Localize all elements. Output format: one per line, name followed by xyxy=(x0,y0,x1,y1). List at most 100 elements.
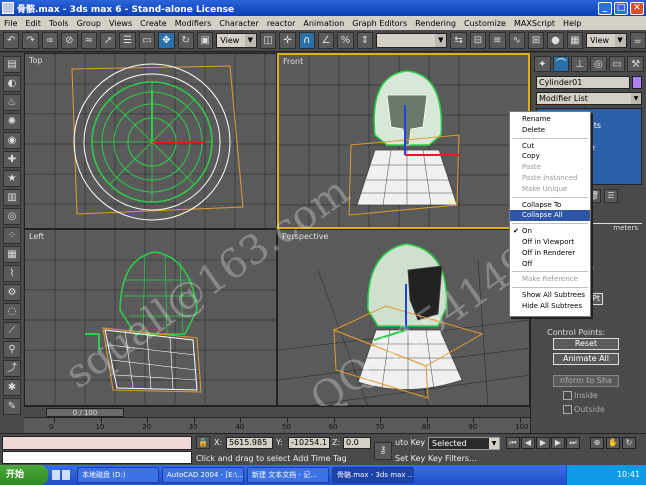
spacewarp-icon[interactable]: ★ xyxy=(3,170,21,187)
spinner-snap-icon[interactable]: ⇕ xyxy=(356,32,374,49)
time-slider-thumb[interactable]: 0 / 100 xyxy=(46,408,124,417)
minimize-button[interactable]: _ xyxy=(598,1,612,15)
select-by-name-icon[interactable]: ☰ xyxy=(119,32,136,49)
taskbar-button-3dsmax[interactable]: 骨骼.max - 3ds max ... xyxy=(332,467,414,483)
quick-render-icon[interactable]: ☕ xyxy=(629,32,646,49)
menu-graph-editors[interactable]: Graph Editors xyxy=(348,19,411,28)
context-menu-item[interactable]: Cut xyxy=(510,141,590,152)
object-icon[interactable]: ▤ xyxy=(3,56,21,73)
reset-button[interactable]: Reset xyxy=(553,338,619,350)
context-menu-item[interactable]: Off in Viewport xyxy=(510,237,590,248)
viewport-left[interactable]: Left xyxy=(24,229,277,406)
angle-snap-icon[interactable]: ∠ xyxy=(317,32,335,49)
auto-key-button[interactable]: uto Key xyxy=(395,438,425,447)
set-key-button[interactable]: Set Key xyxy=(395,454,425,463)
unlink-icon[interactable]: ⊘ xyxy=(61,32,78,49)
schematic-icon[interactable]: ⊞ xyxy=(527,32,545,49)
z-coordinate-field[interactable]: 0.0 xyxy=(343,437,371,449)
viewport-top[interactable]: Top xyxy=(24,53,277,229)
region-select-icon[interactable]: ▭ xyxy=(138,32,156,49)
menu-rendering[interactable]: Rendering xyxy=(411,19,460,28)
menu-group[interactable]: Group xyxy=(73,19,105,28)
taskbar-button-notepad[interactable]: 新建 文本文档 - 记... xyxy=(247,467,329,483)
object-name-field[interactable]: Cylinder01 xyxy=(536,76,630,89)
bone-icon[interactable]: ⟋ xyxy=(3,322,21,339)
quick-launch-icon[interactable] xyxy=(52,470,60,480)
next-frame-icon[interactable]: ▶ xyxy=(551,437,565,449)
surface-icon[interactable]: ◌ xyxy=(3,303,21,320)
start-button[interactable]: 开始 xyxy=(0,465,48,485)
y-coordinate-field[interactable]: -10254.1 xyxy=(288,437,330,449)
context-menu-item[interactable]: Rename xyxy=(510,114,590,125)
context-menu-item[interactable]: Show All Subtrees xyxy=(510,290,590,301)
snap-icon[interactable]: ∩ xyxy=(298,32,315,49)
menu-edit[interactable]: Edit xyxy=(21,19,45,28)
ik-icon[interactable]: ⤴ xyxy=(3,360,21,377)
menu-create[interactable]: Create xyxy=(136,19,171,28)
compound-icon[interactable]: ◎ xyxy=(3,208,21,225)
menu-file[interactable]: File xyxy=(0,19,21,28)
light-icon[interactable]: ✺ xyxy=(3,113,21,130)
undo-icon[interactable]: ↶ xyxy=(3,32,20,49)
shape-icon[interactable]: ◐ xyxy=(3,75,21,92)
maxscript-input[interactable] xyxy=(2,451,192,464)
utilities-tab-icon[interactable]: ⚒ xyxy=(627,56,645,72)
dynamics-icon[interactable]: ⚙ xyxy=(3,284,21,301)
bind-icon[interactable]: ≈ xyxy=(80,32,97,49)
reactor-icon[interactable]: ✱ xyxy=(3,379,21,396)
inside-checkbox[interactable]: Inside xyxy=(563,391,598,400)
go-to-start-icon[interactable]: ⏮ xyxy=(506,437,520,449)
menu-help[interactable]: Help xyxy=(559,19,585,28)
motion-tab-icon[interactable]: ◎ xyxy=(590,56,607,72)
helper-icon[interactable]: ✚ xyxy=(3,151,21,168)
named-selection-select[interactable]: ▼ xyxy=(376,33,448,48)
time-slider[interactable]: 0 / 100 xyxy=(24,406,530,417)
key-filters-button[interactable]: Key Filters... xyxy=(428,454,477,463)
conform-to-shape-button[interactable]: nform to Sha xyxy=(553,375,619,387)
skin-icon[interactable]: ⚲ xyxy=(3,341,21,358)
menu-maxscript[interactable]: MAXScript xyxy=(510,19,559,28)
menu-customize[interactable]: Customize xyxy=(460,19,510,28)
context-menu-item[interactable]: Paste xyxy=(510,162,590,173)
pan-icon[interactable]: ✋ xyxy=(606,437,620,449)
animate-all-button[interactable]: Animate All xyxy=(553,353,619,365)
context-menu-item[interactable]: Hide All Subtrees xyxy=(510,301,590,312)
x-coordinate-field[interactable]: 5615.985 xyxy=(226,437,273,449)
scale-icon[interactable]: ▣ xyxy=(196,32,214,49)
pivot-icon[interactable]: ◫ xyxy=(259,32,277,49)
viewport-front[interactable]: Front xyxy=(277,53,530,229)
create-tab-icon[interactable]: ✦ xyxy=(534,56,551,72)
nurbs-icon[interactable]: ⌇ xyxy=(3,265,21,282)
menu-tools[interactable]: Tools xyxy=(45,19,73,28)
selection-set-dropdown[interactable]: Selected ▼ xyxy=(428,437,500,450)
orbit-icon[interactable]: ↻ xyxy=(622,437,636,449)
taskbar-button-disk[interactable]: 本地磁盘 (D:) xyxy=(77,467,159,483)
context-menu-item[interactable]: Paste Instanced xyxy=(510,173,590,184)
patch-icon[interactable]: ▦ xyxy=(3,246,21,263)
align-icon[interactable]: ⊟ xyxy=(469,32,487,49)
camera-icon[interactable]: ◉ xyxy=(3,132,21,149)
redo-icon[interactable]: ↷ xyxy=(22,32,39,49)
configure-sets-icon[interactable]: ☰ xyxy=(604,189,618,203)
context-menu-item[interactable]: Collapse All xyxy=(510,210,590,222)
percent-snap-icon[interactable]: % xyxy=(337,32,354,49)
render-setup-icon[interactable]: ▦ xyxy=(566,32,584,49)
outside-checkbox[interactable]: Outside xyxy=(563,405,605,414)
system-icon[interactable]: ▥ xyxy=(3,189,21,206)
close-button[interactable]: ✕ xyxy=(630,1,644,15)
link-icon[interactable]: ∞ xyxy=(41,32,59,49)
menu-modifiers[interactable]: Modifiers xyxy=(171,19,216,28)
context-menu-item[interactable]: Off in Renderer xyxy=(510,248,590,259)
track-bar[interactable]: 0 10 20 30 40 50 60 70 80 90 100 xyxy=(24,417,530,433)
context-menu-item[interactable]: Make Unique xyxy=(510,184,590,195)
context-menu-item[interactable]: Delete xyxy=(510,125,590,136)
hierarchy-tab-icon[interactable]: ⊥ xyxy=(571,56,589,72)
modify-tab-icon[interactable]: ⌒ xyxy=(552,56,570,72)
curve-editor-icon[interactable]: ∿ xyxy=(508,32,525,49)
menu-character[interactable]: Character xyxy=(215,19,263,28)
material-editor-icon[interactable]: ● xyxy=(547,32,564,49)
context-menu-item[interactable]: Off xyxy=(510,259,590,270)
zoom-icon[interactable]: ⊕ xyxy=(590,437,604,449)
play-icon[interactable]: ▶ xyxy=(536,437,550,449)
menu-reactor[interactable]: reactor xyxy=(263,19,300,28)
